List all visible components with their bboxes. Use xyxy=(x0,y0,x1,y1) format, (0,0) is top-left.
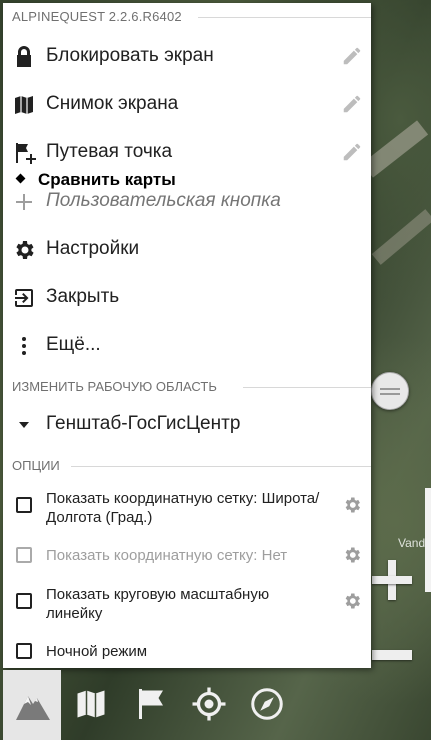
menu-item-screenshot[interactable]: Снимок экрана xyxy=(3,83,371,127)
compass-icon xyxy=(251,688,283,720)
compass-button[interactable] xyxy=(238,670,296,740)
options-section-header: ОПЦИИ xyxy=(12,458,60,473)
grid-none-checkbox xyxy=(16,547,32,563)
app-version: ALPINEQUEST 2.2.6.R6402 xyxy=(12,9,182,24)
exit-icon xyxy=(15,289,33,307)
quick-menu: ALPINEQUEST 2.2.6.R6402 Блокировать экра… xyxy=(3,3,371,668)
flag-plus-icon xyxy=(16,143,36,164)
menu-item-label: Ещё... xyxy=(46,334,101,355)
divider xyxy=(71,466,371,467)
option-scale-ruler[interactable]: Показать круговую масштабную линейку xyxy=(3,583,371,625)
workspace-selector[interactable]: Генштаб-ГосГисЦентр xyxy=(3,403,371,447)
zoom-out-button[interactable] xyxy=(372,650,412,660)
menu-item-close[interactable]: Закрыть xyxy=(3,276,371,320)
pencil-icon[interactable] xyxy=(341,141,363,163)
pencil-icon[interactable] xyxy=(341,45,363,67)
menu-item-more[interactable]: Ещё... xyxy=(3,324,371,368)
mountain-icon xyxy=(16,696,50,720)
option-night-mode[interactable]: Ночной режим xyxy=(3,637,371,667)
menu-item-label: Настройки xyxy=(46,238,140,259)
caret-down-icon xyxy=(19,422,29,428)
pencil-icon[interactable] xyxy=(341,93,363,115)
map-place-label: Vand xyxy=(398,536,426,550)
option-label: Показать координатную сетку: Нет xyxy=(46,547,288,564)
maps-button[interactable] xyxy=(62,670,120,740)
divider xyxy=(198,17,371,18)
menu-item-label: Путевая точка xyxy=(46,141,173,162)
menu-item-settings[interactable]: Настройки xyxy=(3,228,371,272)
compare-maps-tooltip: Сравнить карты xyxy=(15,170,176,190)
more-vertical-icon xyxy=(22,337,26,355)
gear-icon[interactable] xyxy=(342,545,362,565)
side-panel-handle[interactable] xyxy=(425,488,431,592)
workspace-name: Генштаб-ГосГисЦентр xyxy=(46,413,241,434)
flag-icon xyxy=(139,689,163,719)
mountain-button[interactable] xyxy=(3,670,61,740)
plus-icon xyxy=(16,194,32,210)
map-icon xyxy=(15,96,33,114)
menu-item-label: Закрыть xyxy=(46,286,120,307)
zoom-slider-handle[interactable] xyxy=(371,372,409,410)
option-label: Показать координатную сетку: Широта/Долг… xyxy=(46,490,320,526)
waypoints-button[interactable] xyxy=(122,670,180,740)
bullet-icon xyxy=(15,173,26,184)
menu-item-label: Снимок экрана xyxy=(46,93,179,114)
option-grid-none: Показать координатную сетку: Нет xyxy=(3,541,371,571)
menu-item-label: Пользовательская кнопка xyxy=(46,190,281,211)
lock-icon xyxy=(17,46,31,67)
gear-icon xyxy=(16,241,34,259)
my-location-button[interactable] xyxy=(180,670,238,740)
zoom-in-button[interactable] xyxy=(372,560,412,600)
menu-item-label: Блокировать экран xyxy=(46,45,214,66)
gear-icon[interactable] xyxy=(342,495,362,515)
location-target-icon xyxy=(192,687,226,721)
grid-latlon-checkbox[interactable] xyxy=(16,497,32,513)
night-mode-checkbox[interactable] xyxy=(16,643,32,659)
map-road xyxy=(361,120,429,178)
bottom-toolbar xyxy=(0,670,431,740)
workspace-section-header: ИЗМЕНИТЬ РАБОЧУЮ ОБЛАСТЬ xyxy=(12,379,217,394)
map-road xyxy=(371,209,431,265)
option-grid-latlon[interactable]: Показать координатную сетку: Широта/Долг… xyxy=(3,487,371,529)
option-label: Ночной режим xyxy=(46,643,148,660)
gear-icon[interactable] xyxy=(342,591,362,611)
menu-item-waypoint[interactable]: Путевая точка xyxy=(3,131,371,175)
divider xyxy=(243,387,371,388)
scale-ruler-checkbox[interactable] xyxy=(16,593,32,609)
option-label: Показать круговую масштабную линейку xyxy=(46,586,270,622)
map-icon xyxy=(77,690,105,718)
menu-item-lock-screen[interactable]: Блокировать экран xyxy=(3,35,371,79)
